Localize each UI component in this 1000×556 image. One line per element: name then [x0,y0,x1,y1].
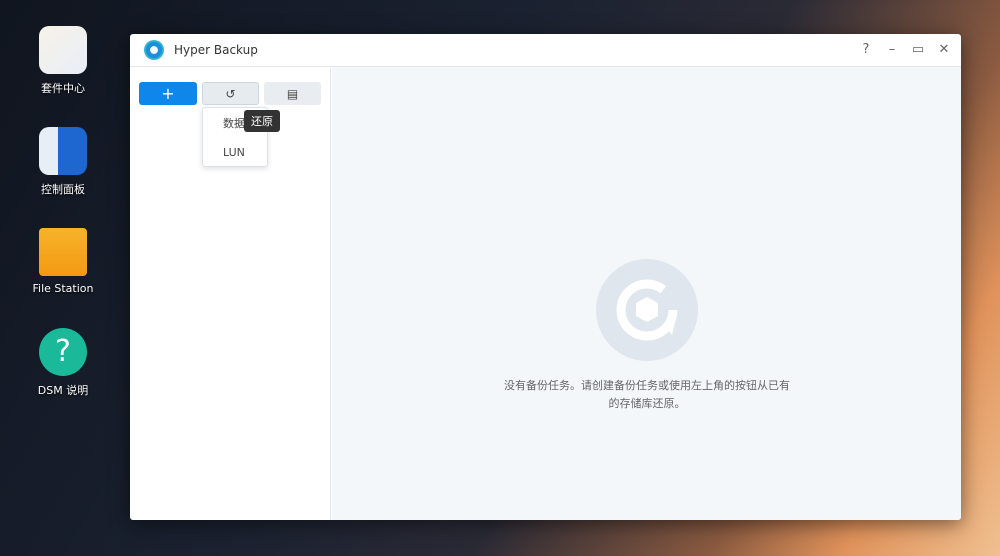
desktop-icon-label: 控制面板 [41,183,85,196]
desktop-icon-label: DSM 说明 [37,384,89,397]
restore-icon: ↺ [225,86,236,101]
window-title: Hyper Backup [174,43,258,57]
desktop-icon-package-center[interactable]: 套件中心 [20,26,106,96]
control-panel-icon [39,127,87,175]
folder-icon [39,228,87,276]
restore-button[interactable]: ↺ [202,82,259,105]
menu-item-lun[interactable]: LUN [203,140,267,166]
backup-empty-icon [596,259,698,361]
main-panel: 没有备份任务。请创建备份任务或使用左上角的按钮从已有的存储库还原。 [332,67,961,520]
desktop-icon-label: 套件中心 [41,82,85,95]
tooltip: 还原 [244,110,280,132]
maximize-button[interactable]: ▭ [911,42,925,57]
log-button[interactable]: ▤ [264,82,321,105]
task-list-panel: + ↺ ▤ 数据 LUN 还原 [130,67,331,520]
hyper-backup-window: Hyper Backup ? – ▭ ✕ + ↺ ▤ 数据 LUN 还原 没有备… [130,34,961,520]
desktop-icon-dsm-help[interactable]: ? DSM 说明 [20,328,106,398]
document-icon: ▤ [286,86,299,101]
add-button[interactable]: + [139,82,197,105]
title-bar[interactable]: Hyper Backup ? – ▭ ✕ [130,34,961,67]
close-button[interactable]: ✕ [937,42,951,57]
help-button[interactable]: ? [859,42,873,57]
desktop-icon-label: File Station [32,282,94,295]
help-icon: ? [39,328,87,376]
hyper-backup-logo-icon [144,40,164,60]
package-center-icon [39,26,87,74]
empty-message: 没有备份任务。请创建备份任务或使用左上角的按钮从已有的存储库还原。 [504,379,790,410]
desktop-icon-control-panel[interactable]: 控制面板 [20,127,106,197]
desktop-icon-file-station[interactable]: File Station [20,228,106,295]
minimize-button[interactable]: – [885,42,899,57]
